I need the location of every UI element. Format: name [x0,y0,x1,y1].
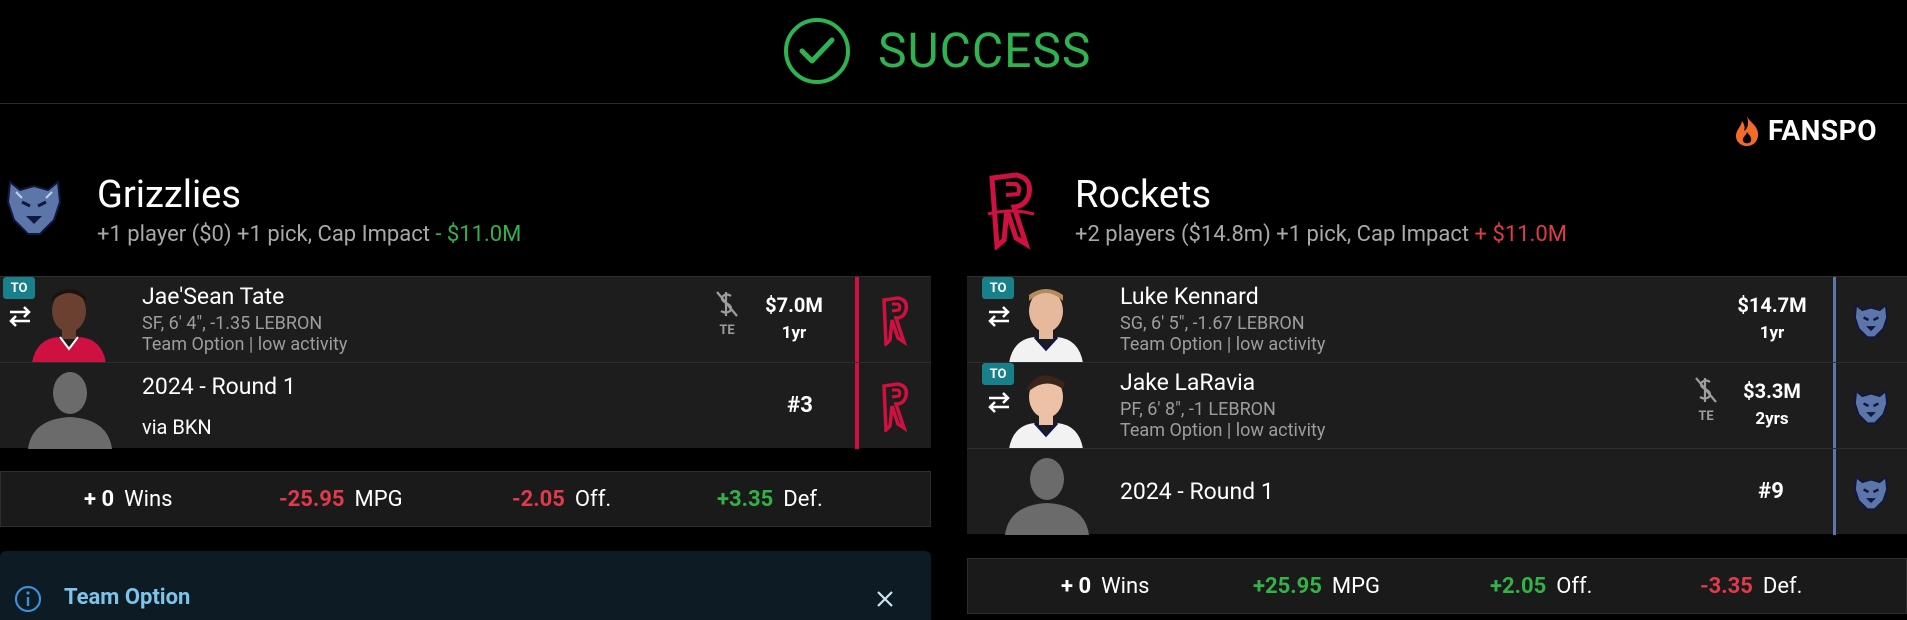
player-name[interactable]: Jake LaRavia [1120,369,1255,397]
contract-option: Team Option | low activity [1120,334,1326,355]
pick-name[interactable]: 2024 - Round 1 [1120,478,1274,506]
brand-name: FANSPO [1768,114,1877,147]
team-option-info: Team Option [0,551,931,620]
rockets-logo [859,363,931,449]
pick-number: #3 [787,393,813,418]
no-dollar-icon [1695,377,1717,403]
rockets-impact-stats: + 0 Wins +25.95 MPG +2.05 Off. -3.35 Def. [967,558,1907,614]
mpg-stat: -25.95 MPG [279,486,403,512]
no-dollar-icon [716,291,738,317]
info-title: Team Option [64,585,191,610]
player-meta: PF, 6' 8", -1 LEBRON [1120,399,1276,420]
player-meta: SF, 6' 4", -1.35 LEBRON [142,313,323,334]
check-circle-icon [784,18,850,84]
cap-impact: + $11.0M [1474,222,1567,247]
player-name[interactable]: Luke Kennard [1120,283,1259,311]
flame-icon [1736,115,1759,146]
def-stat: +3.35 Def. [717,486,823,512]
team-summary: +2 players ($14.8m) +1 pick, Cap Impact … [1075,222,1567,247]
contract-option: Team Option | low activity [142,334,348,355]
pick-number: #9 [1758,479,1784,504]
salary: $3.3M [1743,379,1801,403]
off-stat: +2.05 Off. [1490,573,1593,599]
silhouette-icon [999,449,1094,535]
contract-years: 2yrs [1755,409,1789,429]
cap-impact: - $11.0M [435,222,522,247]
mpg-stat: +25.95 MPG [1253,573,1380,599]
player-name[interactable]: Jae'Sean Tate [142,283,284,311]
player-headshot [999,363,1094,449]
rockets-team-logo [978,170,1044,254]
def-stat: -3.35 Def. [1700,573,1803,599]
pick-via: via BKN [142,415,212,439]
te-label: TE [1698,409,1714,424]
success-title: SUCCESS [878,22,1092,79]
asset-row-jake-laravia[interactable]: TO Jake LaRavia PF, 6' 8", -1 LEBRON Tea… [967,362,1907,449]
grizzlies-logo [1835,449,1907,535]
grizzlies-impact-stats: + 0 Wins -25.95 MPG -2.05 Off. +3.35 Def. [0,471,931,527]
team-name: Grizzlies [97,173,241,217]
player-meta: SG, 6' 5", -1.67 LEBRON [1120,313,1305,334]
asset-row-pick-2024[interactable]: 2024 - Round 1 via BKN #3 [0,362,931,449]
rockets-header: Rockets +2 players ($14.8m) +1 pick, Cap… [1075,172,1567,247]
success-banner: SUCCESS [0,0,1907,104]
te-label: TE [719,323,735,338]
grizzlies-logo [1835,363,1907,449]
off-stat: -2.05 Off. [512,486,612,512]
asset-row-jaesean-tate[interactable]: TO Jae'Sean Tate SF, 6' 4", -1.35 LEBRON… [0,276,931,363]
player-headshot [999,277,1094,363]
rockets-logo [859,277,931,363]
wins-stat: + 0 Wins [1061,573,1150,599]
fanspo-logo[interactable]: FANSPO [1732,114,1877,147]
team-summary: +1 player ($0) +1 pick, Cap Impact - $11… [97,222,522,247]
asset-row-pick-2024[interactable]: 2024 - Round 1 #9 [967,448,1907,535]
contract-years: 1yr [1759,323,1785,343]
wins-stat: + 0 Wins [84,486,173,512]
trade-exception-indicator: TE [1688,375,1724,424]
salary: $7.0M [765,293,823,317]
contract-years: 1yr [781,323,807,343]
team-name: Rockets [1075,173,1212,217]
grizzlies-logo [1835,277,1907,363]
asset-row-luke-kennard[interactable]: TO Luke Kennard SG, 6' 5", -1.67 LEBRON … [967,276,1907,363]
grizzlies-header: Grizzlies +1 player ($0) +1 pick, Cap Im… [97,172,521,247]
info-icon [14,585,42,613]
salary: $14.7M [1737,293,1807,317]
grizzlies-logo [0,172,68,244]
close-icon[interactable] [875,589,895,609]
silhouette-icon [22,363,117,449]
contract-option: Team Option | low activity [1120,420,1326,441]
pick-name[interactable]: 2024 - Round 1 [142,373,296,401]
player-headshot [22,277,117,363]
trade-exception-indicator: TE [709,289,745,338]
